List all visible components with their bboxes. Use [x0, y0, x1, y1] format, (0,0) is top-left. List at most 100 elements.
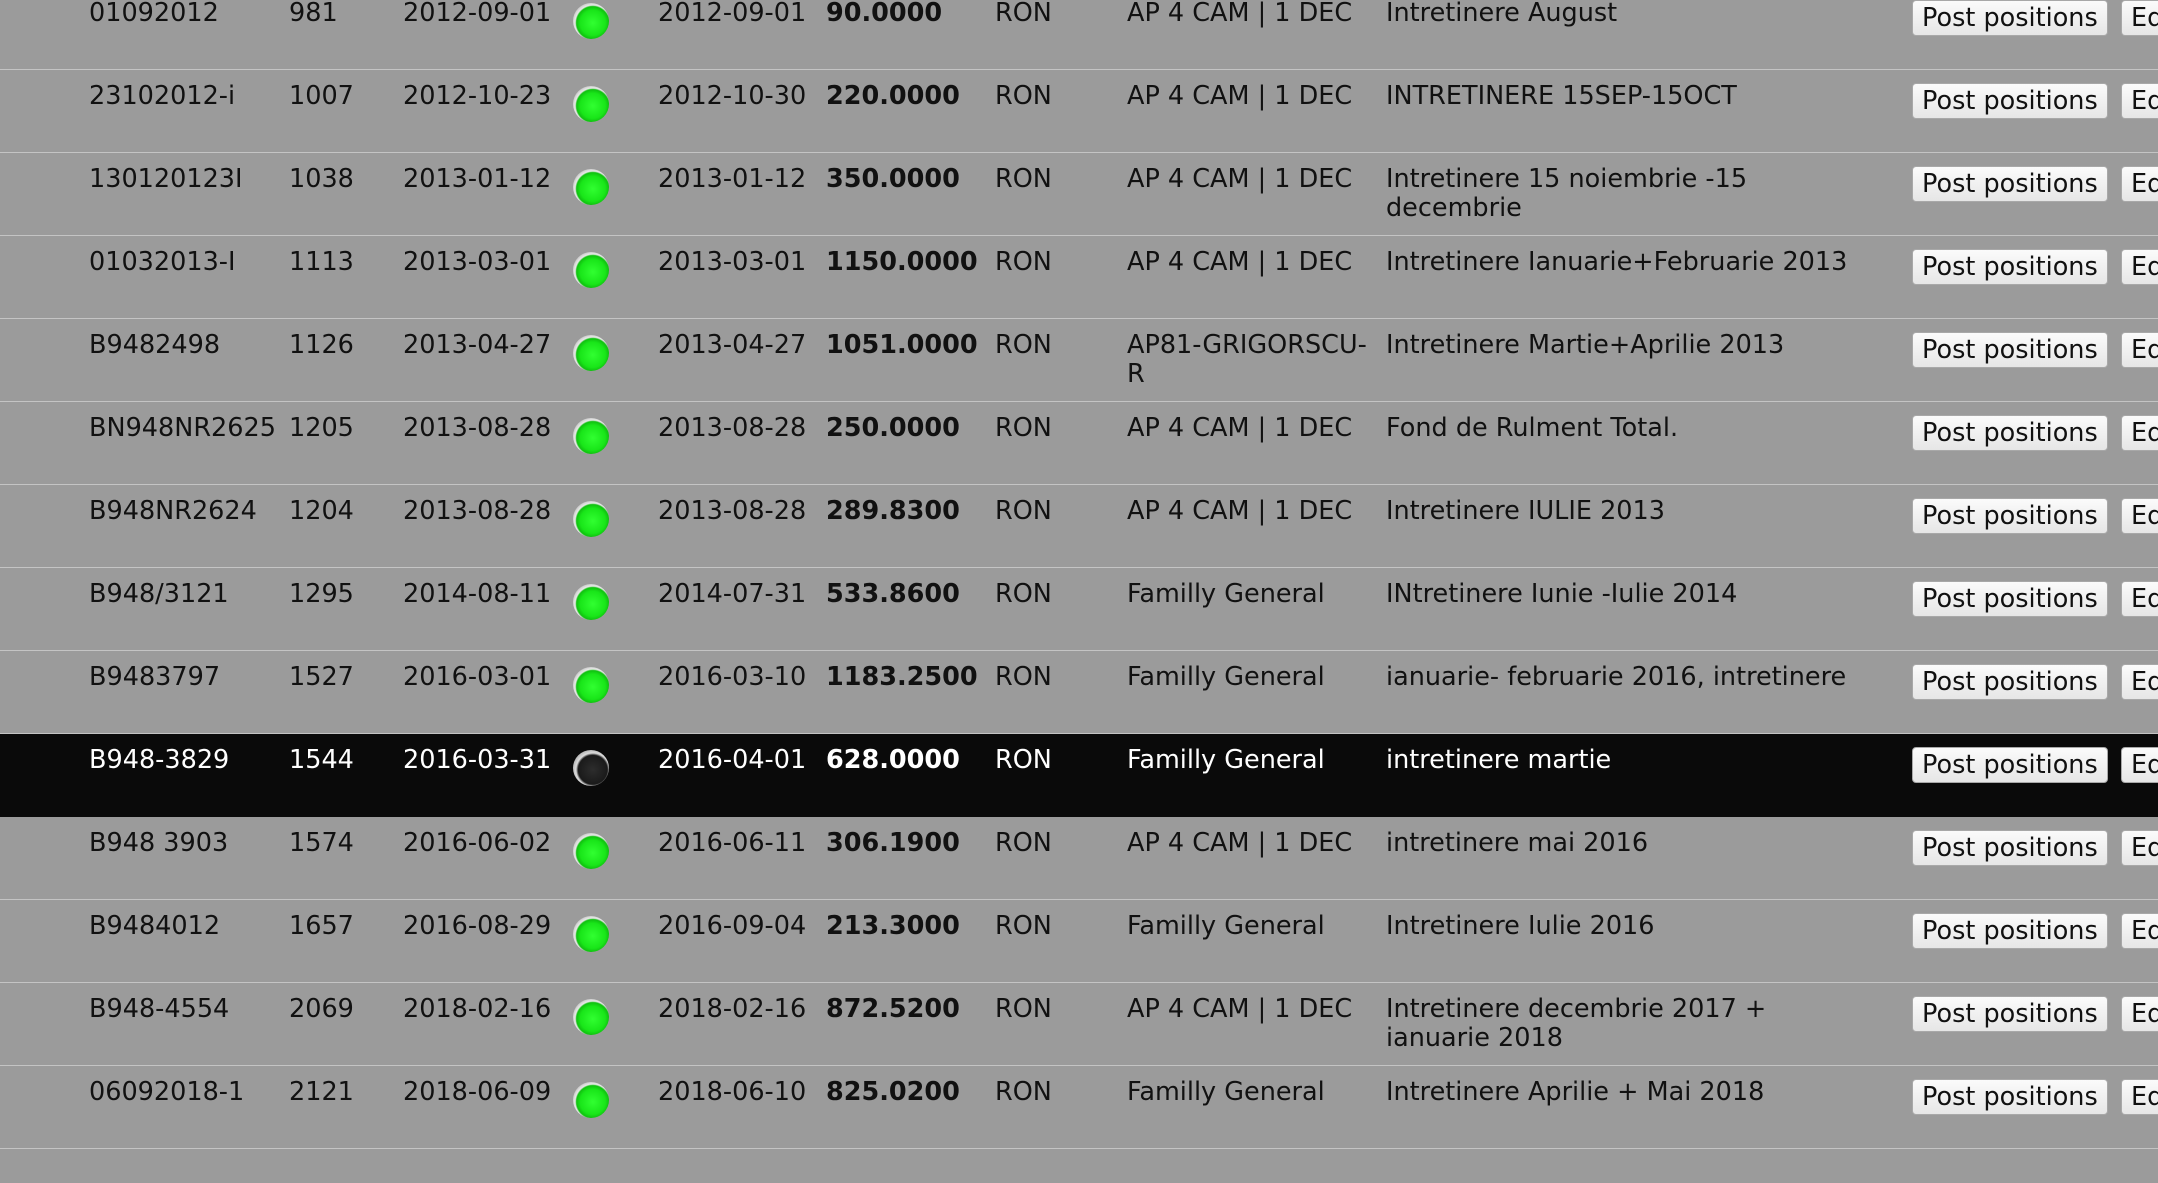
due-date: 2018-06-10 [658, 1077, 807, 1107]
post-positions-button[interactable]: Post positions [1912, 166, 2108, 202]
invoice-number: B9483797 [89, 662, 221, 692]
post-positions-button[interactable]: Post positions [1912, 1079, 2108, 1115]
invoice-number: B9484012 [89, 911, 221, 941]
edit-button[interactable]: Ed [2121, 747, 2158, 783]
post-positions-button[interactable]: Post positions [1912, 249, 2108, 285]
post-positions-button-cell: Post positions [1912, 830, 2108, 866]
edit-button[interactable]: Ed [2121, 415, 2158, 451]
account: AP 4 CAM | 1 DEC [1127, 247, 1353, 277]
invoice-number: 130120123I [89, 164, 243, 194]
post-positions-button[interactable]: Post positions [1912, 747, 2108, 783]
account: Familly General [1127, 579, 1325, 609]
status-indicator [573, 86, 609, 129]
edit-button-cell: Ed [2121, 249, 2158, 292]
invoice-date: 2016-06-02 [403, 828, 552, 858]
invoice-number: 06092018-1 [89, 1077, 245, 1107]
amount: 628.0000 [826, 745, 960, 775]
edit-button-cell: Ed [2121, 664, 2158, 707]
status-indicator [573, 3, 609, 46]
record-id: 1657 [289, 911, 354, 941]
currency: RON [995, 911, 1052, 941]
amount: 350.0000 [826, 164, 960, 194]
post-positions-button[interactable]: Post positions [1912, 996, 2108, 1032]
status-dot-icon [573, 501, 609, 537]
table-row[interactable]: 01092012 981 2012-09-01 2012-09-01 90.00… [0, 0, 2158, 70]
post-positions-button[interactable]: Post positions [1912, 581, 2108, 617]
currency: RON [995, 330, 1052, 360]
currency: RON [995, 994, 1052, 1024]
table-row[interactable]: B948-4554 2069 2018-02-16 2018-02-16 872… [0, 983, 2158, 1066]
edit-button[interactable]: Ed [2121, 83, 2158, 119]
table-row[interactable]: B948-3829 1544 2016-03-31 2016-04-01 628… [0, 734, 2158, 817]
account: AP 4 CAM | 1 DEC [1127, 496, 1353, 526]
table-row[interactable]: B9482498 1126 2013-04-27 2013-04-27 1051… [0, 319, 2158, 402]
edit-button[interactable]: Ed [2121, 913, 2158, 949]
edit-button[interactable]: Ed [2121, 581, 2158, 617]
table-row[interactable]: B948/3121 1295 2014-08-11 2014-07-31 533… [0, 568, 2158, 651]
edit-button[interactable]: Ed [2121, 332, 2158, 368]
post-positions-button[interactable]: Post positions [1912, 664, 2108, 700]
status-dot-icon [573, 1082, 609, 1118]
currency: RON [995, 413, 1052, 443]
status-dot-icon [573, 833, 609, 869]
invoice-number: B948-3829 [89, 745, 230, 775]
edit-button-cell: Ed [2121, 913, 2158, 956]
post-positions-button[interactable]: Post positions [1912, 498, 2108, 534]
description: intretinere mai 2016 [1386, 828, 1649, 858]
invoice-table: 01092012 981 2012-09-01 2012-09-01 90.00… [0, 0, 2158, 1149]
amount: 825.0200 [826, 1077, 960, 1107]
record-id: 1205 [289, 413, 354, 443]
post-positions-button[interactable]: Post positions [1912, 415, 2108, 451]
edit-button[interactable]: Ed [2121, 996, 2158, 1032]
due-date: 2016-03-10 [658, 662, 807, 692]
status-dot-icon [573, 584, 609, 620]
table-row[interactable]: BN948NR2625 1205 2013-08-28 2013-08-28 2… [0, 402, 2158, 485]
edit-button[interactable]: Ed [2121, 0, 2158, 36]
invoice-number: 01092012 [89, 0, 219, 28]
post-positions-button-cell: Post positions [1912, 913, 2108, 949]
edit-button[interactable]: Ed [2121, 1079, 2158, 1115]
invoice-date: 2016-03-31 [403, 745, 552, 775]
edit-button-cell: Ed [2121, 830, 2158, 873]
post-positions-button[interactable]: Post positions [1912, 830, 2108, 866]
edit-button[interactable]: Ed [2121, 498, 2158, 534]
status-dot-icon [573, 86, 609, 122]
due-date: 2016-09-04 [658, 911, 807, 941]
edit-button[interactable]: Ed [2121, 664, 2158, 700]
amount: 213.3000 [826, 911, 960, 941]
invoice-date: 2013-04-27 [403, 330, 552, 360]
status-indicator [573, 252, 609, 295]
invoice-number: B948/3121 [89, 579, 229, 609]
post-positions-button-cell: Post positions [1912, 996, 2108, 1032]
post-positions-button[interactable]: Post positions [1912, 0, 2108, 36]
post-positions-button[interactable]: Post positions [1912, 913, 2108, 949]
table-row[interactable]: B948 3903 1574 2016-06-02 2016-06-11 306… [0, 817, 2158, 900]
post-positions-button[interactable]: Post positions [1912, 83, 2108, 119]
invoice-date: 2012-10-23 [403, 81, 552, 111]
due-date: 2012-10-30 [658, 81, 807, 111]
status-indicator [573, 584, 609, 627]
record-id: 2069 [289, 994, 354, 1024]
record-id: 1204 [289, 496, 354, 526]
post-positions-button[interactable]: Post positions [1912, 332, 2108, 368]
account: AP 4 CAM | 1 DEC [1127, 994, 1353, 1024]
description: Intretinere IULIE 2013 [1386, 496, 1665, 526]
table-row[interactable]: B948NR2624 1204 2013-08-28 2013-08-28 28… [0, 485, 2158, 568]
post-positions-button-cell: Post positions [1912, 1079, 2108, 1115]
table-row[interactable]: B9484012 1657 2016-08-29 2016-09-04 213.… [0, 900, 2158, 983]
status-dot-icon [573, 999, 609, 1035]
description: Intretinere Iulie 2016 [1386, 911, 1655, 941]
edit-button[interactable]: Ed [2121, 830, 2158, 866]
due-date: 2013-04-27 [658, 330, 807, 360]
due-date: 2016-06-11 [658, 828, 807, 858]
edit-button[interactable]: Ed [2121, 166, 2158, 202]
edit-button-cell: Ed [2121, 581, 2158, 624]
table-row[interactable]: 06092018-1 2121 2018-06-09 2018-06-10 82… [0, 1066, 2158, 1149]
table-row[interactable]: 23102012-i 1007 2012-10-23 2012-10-30 22… [0, 70, 2158, 153]
amount: 289.8300 [826, 496, 960, 526]
table-row[interactable]: 130120123I 1038 2013-01-12 2013-01-12 35… [0, 153, 2158, 236]
table-row[interactable]: B9483797 1527 2016-03-01 2016-03-10 1183… [0, 651, 2158, 734]
edit-button[interactable]: Ed [2121, 249, 2158, 285]
table-row[interactable]: 01032013-I 1113 2013-03-01 2013-03-01 11… [0, 236, 2158, 319]
status-dot-icon [573, 418, 609, 454]
